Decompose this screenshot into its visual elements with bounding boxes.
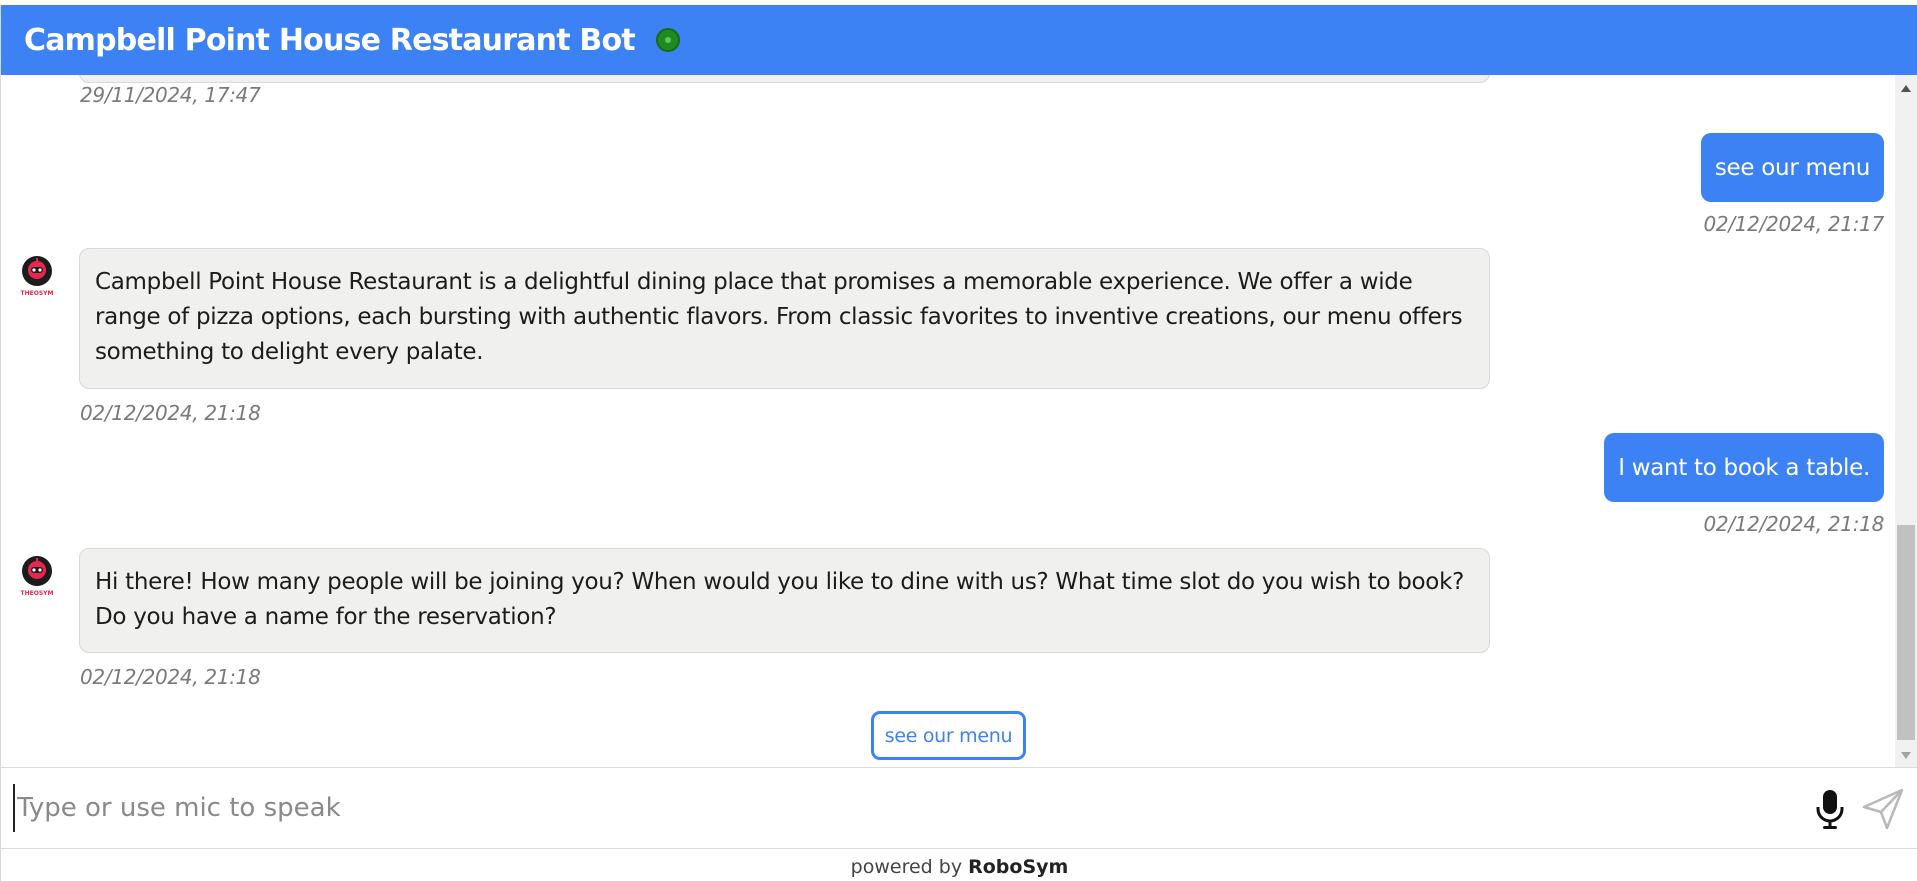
message-timestamp: 29/11/2024, 17:47 [80, 83, 261, 107]
message-timestamp: 02/12/2024, 21:18 [80, 665, 261, 689]
svg-text:THEOSYM: THEOSYM [21, 590, 54, 597]
user-message: I want to book a table. [1604, 433, 1884, 502]
message-list-scrollbar[interactable] [1895, 75, 1917, 767]
message-list[interactable]: 29/11/2024, 17:47 see our menu 02/12/202… [1, 75, 1896, 767]
message-input[interactable] [13, 784, 1793, 832]
online-status-icon [655, 28, 680, 52]
scroll-thumb[interactable] [1897, 525, 1915, 740]
header-title: Campbell Point House Restaurant Bot [24, 22, 636, 58]
scroll-down-icon[interactable] [1901, 752, 1911, 759]
message-timestamp: 02/12/2024, 21:18 [1703, 512, 1884, 536]
message-timestamp: 02/12/2024, 21:17 [1703, 212, 1884, 236]
scroll-up-icon[interactable] [1901, 85, 1911, 92]
bot-message: Hi there! How many people will be joinin… [79, 548, 1490, 653]
svg-text:THEOSYM: THEOSYM [21, 290, 54, 297]
message-timestamp: 02/12/2024, 21:18 [80, 401, 261, 425]
bot-message [79, 75, 1490, 83]
robot-logo-icon: THEOSYM [14, 253, 60, 299]
bot-avatar: THEOSYM [13, 252, 61, 300]
bot-message: Campbell Point House Restaurant is a del… [79, 248, 1490, 389]
powered-by-footer: powered by RoboSym [1, 849, 1917, 881]
microphone-icon[interactable] [1813, 788, 1847, 830]
bot-avatar: THEOSYM [13, 552, 61, 600]
footer-prefix: powered by [850, 856, 963, 878]
robot-logo-icon: THEOSYM [14, 553, 60, 599]
message-composer [1, 767, 1917, 849]
user-message: see our menu [1700, 133, 1884, 202]
footer-brand-link[interactable]: RoboSym [968, 856, 1068, 878]
quick-reply-see-menu-button[interactable]: see our menu [871, 711, 1026, 760]
chat-widget: Campbell Point House Restaurant Bot 29/1… [0, 5, 1917, 881]
chat-header: Campbell Point House Restaurant Bot [1, 5, 1917, 75]
send-icon[interactable] [1861, 787, 1905, 831]
